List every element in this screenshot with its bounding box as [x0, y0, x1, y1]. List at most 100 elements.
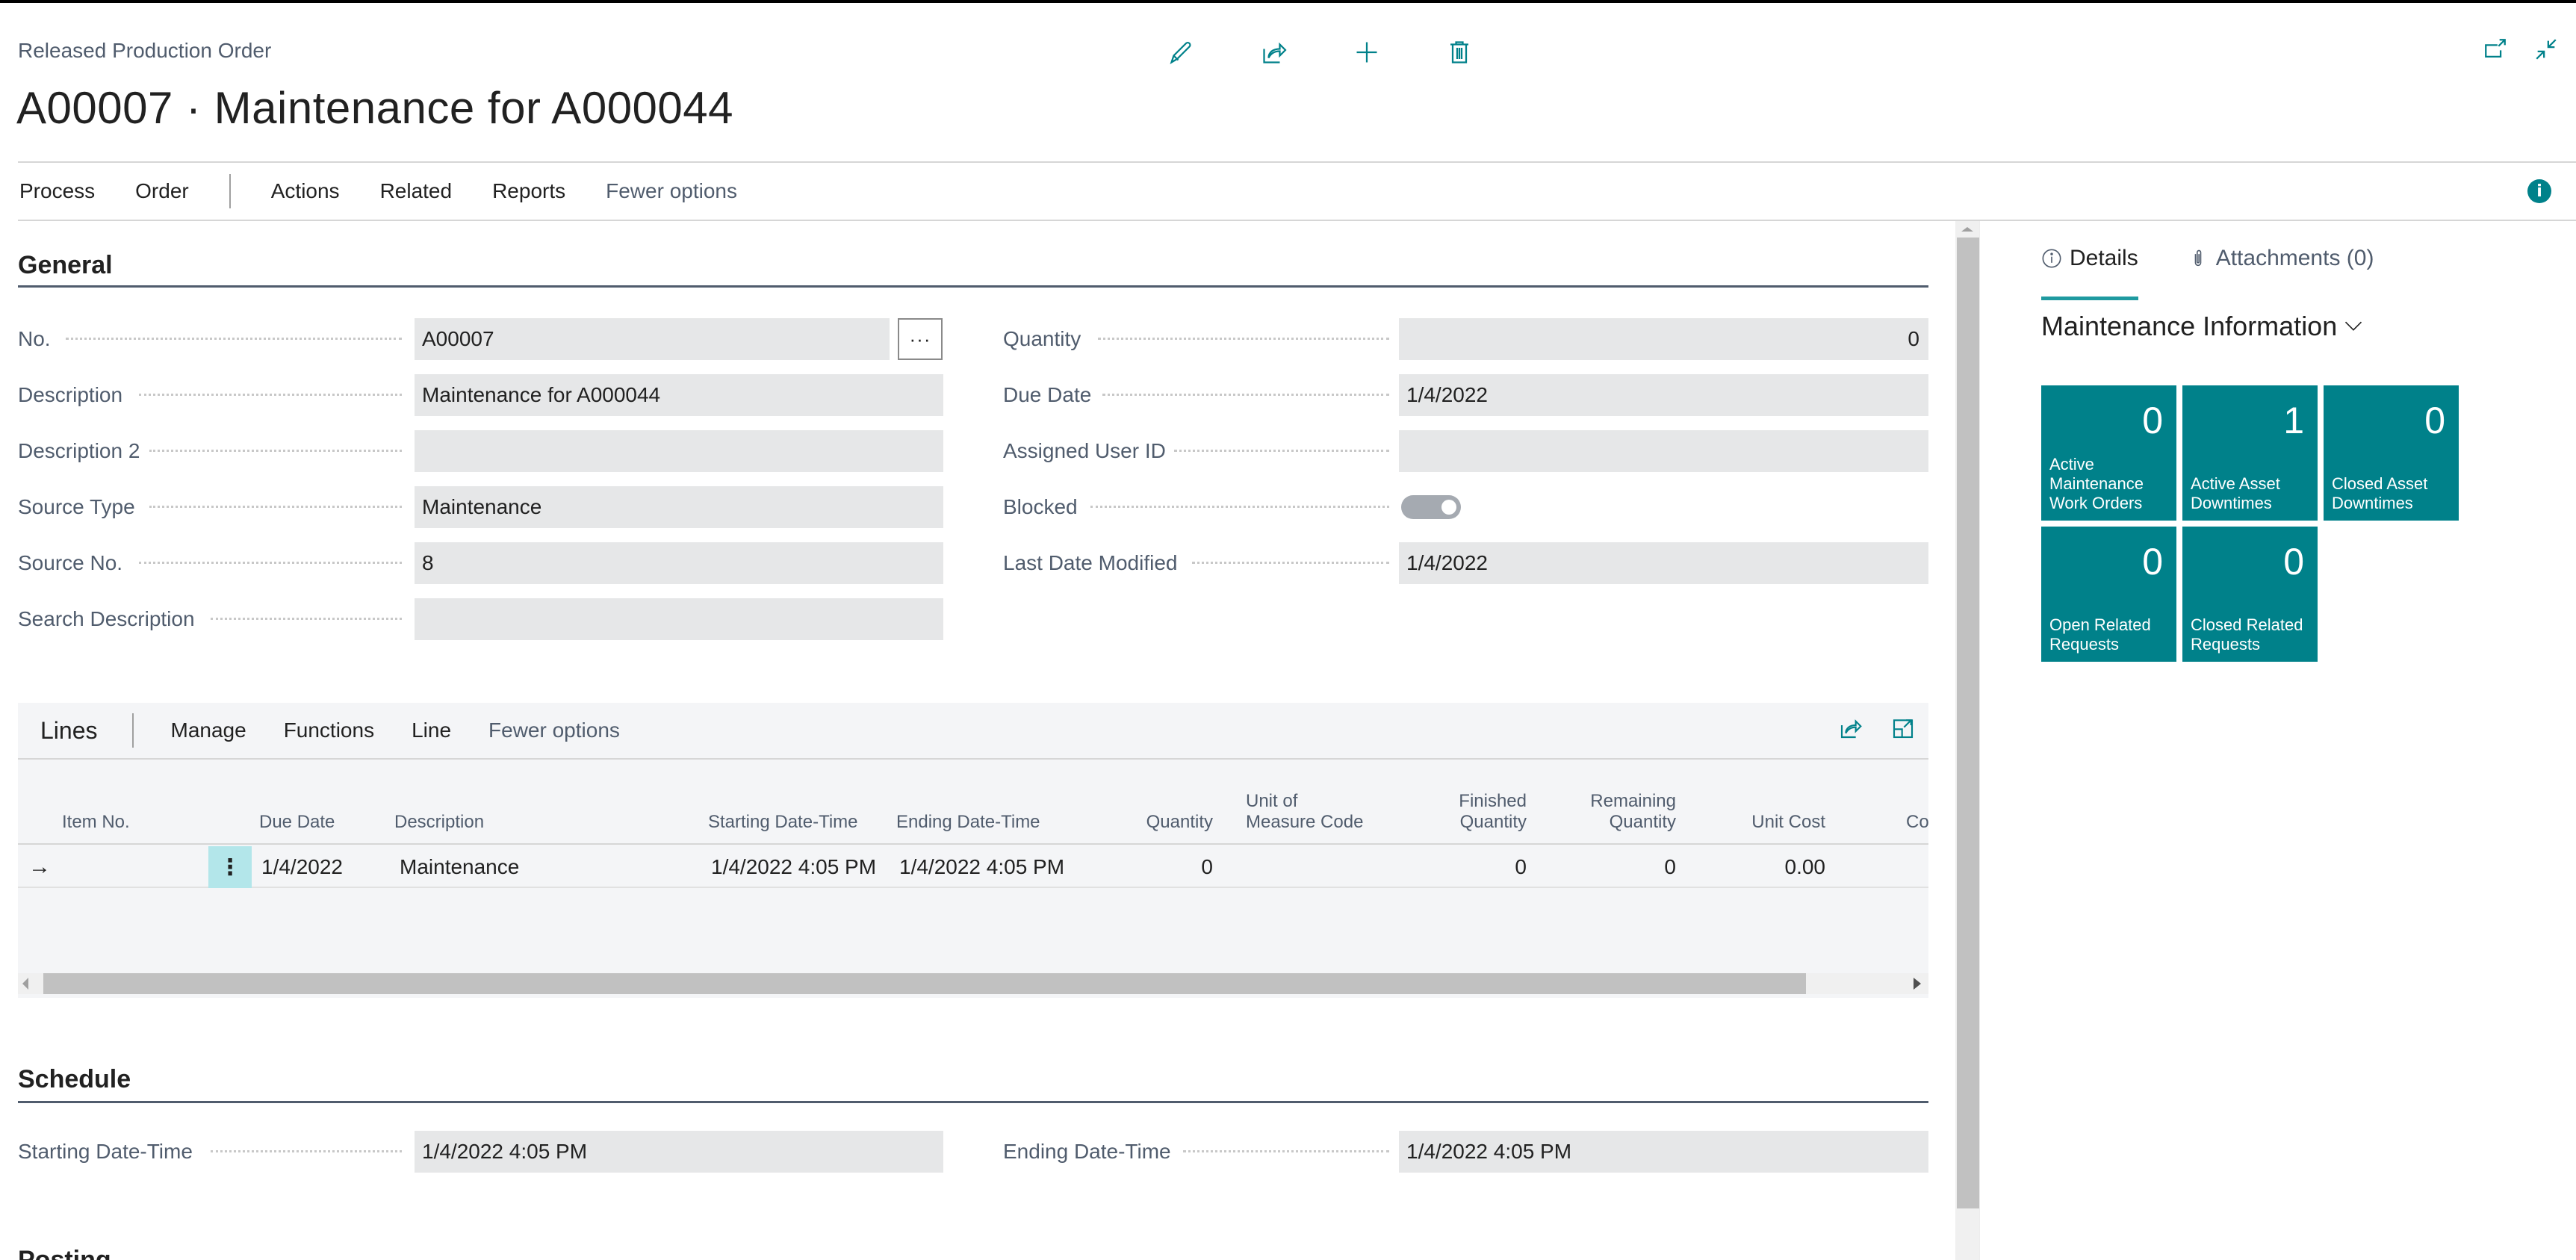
tile-active-maintenance-work-orders[interactable]: 0 Active Maintenance Work Orders [2041, 385, 2176, 521]
row-actions-menu-button[interactable]: ⋮ [208, 846, 252, 888]
field-label-quantity: Quantity [1003, 327, 1081, 350]
section-posting-title[interactable]: Posting [18, 1246, 111, 1260]
cell-starting-date-time[interactable]: 1/4/2022 4:05 PM [711, 846, 876, 888]
col-due-date[interactable]: Due Date [259, 812, 335, 833]
tile-closed-related-requests[interactable]: 0 Closed Related Requests [2182, 527, 2318, 662]
scrollbar-thumb[interactable] [1957, 238, 1979, 1208]
factbox-pane: Details Attachments (0) Maintenance Info… [1979, 221, 2576, 1260]
field-ending-date-time[interactable]: 1/4/2022 4:05 PM [1399, 1131, 1928, 1173]
delete-icon [1450, 41, 1468, 63]
lines-horizontal-scrollbar[interactable] [18, 973, 1928, 994]
field-description[interactable]: Maintenance for A000044 [415, 374, 943, 416]
col-unit-of-measure-code[interactable]: Unit of Measure Code [1246, 791, 1363, 833]
new-button[interactable] [1320, 34, 1413, 70]
expand-icon[interactable] [1891, 716, 1915, 740]
action-reports[interactable]: Reports [492, 179, 565, 203]
cell-description[interactable]: Maintenance [400, 846, 519, 888]
field-no[interactable]: A00007 [415, 318, 890, 360]
lines-title[interactable]: Lines [40, 717, 98, 745]
cell-quantity[interactable]: 0 [1116, 846, 1213, 888]
share-button[interactable] [1228, 34, 1320, 70]
no-lookup-button[interactable]: ··· [898, 318, 943, 360]
cell-unit-cost[interactable]: 0.00 [1721, 846, 1826, 888]
collapse-button[interactable] [2531, 34, 2561, 64]
scroll-up-arrow-icon[interactable] [1961, 227, 1973, 232]
tab-attachments[interactable]: Attachments (0) [2188, 239, 2374, 278]
scrollbar-thumb[interactable] [43, 973, 1806, 994]
main-vertical-scrollbar[interactable] [1955, 221, 1979, 1260]
col-cost-truncated[interactable]: Co [1906, 812, 1929, 833]
section-general-title[interactable]: General [18, 251, 113, 280]
cell-remaining-quantity[interactable]: 0 [1571, 846, 1676, 888]
tile-value: 1 [2283, 400, 2304, 441]
action-fewer-options[interactable]: Fewer options [606, 179, 737, 203]
tile-active-asset-downtimes[interactable]: 1 Active Asset Downtimes [2182, 385, 2318, 521]
page-caption: Released Production Order [18, 39, 272, 62]
field-label-source-type: Source Type [18, 495, 135, 518]
lines-action-manage[interactable]: Manage [171, 719, 246, 742]
field-source-no[interactable]: 8 [415, 542, 943, 584]
col-finished-quantity[interactable]: Finished Quantity [1422, 791, 1527, 833]
col-quantity[interactable]: Quantity [1116, 812, 1213, 833]
col-ending-date-time[interactable]: Ending Date-Time [896, 812, 1040, 833]
field-assigned-user-id[interactable] [1399, 430, 1928, 472]
leader-dots [149, 506, 402, 508]
cell-finished-quantity[interactable]: 0 [1422, 846, 1527, 888]
share-icon[interactable] [1839, 716, 1863, 740]
leader-dots [66, 338, 402, 340]
share-icon [1263, 42, 1287, 63]
lines-action-line[interactable]: Line [412, 719, 451, 742]
lines-action-functions[interactable]: Functions [284, 719, 374, 742]
action-related[interactable]: Related [380, 179, 453, 203]
leader-dots [1183, 1150, 1389, 1152]
open-new-window-icon [2485, 39, 2506, 58]
scroll-left-arrow-icon[interactable] [22, 978, 28, 990]
tab-details[interactable]: Details [2041, 239, 2138, 300]
scroll-right-arrow-icon[interactable] [1914, 978, 1921, 990]
action-bar: Process Order Actions Related Reports Fe… [19, 163, 778, 220]
tile-value: 0 [2283, 541, 2304, 583]
section-schedule-title[interactable]: Schedule [18, 1065, 131, 1094]
field-starting-date-time[interactable]: 1/4/2022 4:05 PM [415, 1131, 943, 1173]
action-order[interactable]: Order [135, 179, 189, 203]
lines-action-fewer-options[interactable]: Fewer options [488, 719, 620, 742]
col-remaining-line2: Quantity [1609, 812, 1676, 832]
field-last-date-modified[interactable]: 1/4/2022 [1399, 542, 1928, 584]
col-finished-line2: Quantity [1459, 812, 1527, 832]
lines-grid-header: Item No. Due Date Description Starting D… [18, 761, 1929, 845]
edit-button[interactable] [1135, 34, 1228, 70]
field-label-description: Description [18, 383, 123, 406]
factbox-tabs: Details Attachments (0) [2041, 239, 2374, 300]
tile-closed-asset-downtimes[interactable]: 0 Closed Asset Downtimes [2324, 385, 2459, 521]
col-starting-date-time[interactable]: Starting Date-Time [708, 812, 858, 833]
info-icon[interactable]: i [2527, 179, 2551, 203]
tile-label: Active Asset Downtimes [2191, 474, 2280, 512]
col-description[interactable]: Description [394, 812, 484, 833]
col-unit-cost[interactable]: Unit Cost [1721, 812, 1825, 833]
field-label-source-no: Source No. [18, 551, 123, 574]
tile-value: 0 [2142, 400, 2163, 441]
action-process[interactable]: Process [19, 179, 95, 203]
tile-open-related-requests[interactable]: 0 Open Related Requests [2041, 527, 2176, 662]
cell-due-date[interactable]: 1/4/2022 [261, 846, 343, 888]
maintenance-information-header[interactable]: Maintenance Information [2041, 311, 2364, 342]
table-row[interactable]: → ⋮ 1/4/2022 Maintenance 1/4/2022 4:05 P… [18, 846, 1928, 888]
field-label-last-date-modified: Last Date Modified [1003, 551, 1178, 574]
delete-button[interactable] [1413, 34, 1506, 70]
leader-dots [1192, 562, 1389, 564]
field-source-type[interactable]: Maintenance [415, 486, 943, 528]
lines-separator [131, 713, 134, 748]
col-item-no[interactable]: Item No. [62, 812, 130, 833]
field-search-description[interactable] [415, 598, 943, 640]
open-new-window-button[interactable] [2480, 34, 2510, 64]
field-description-2[interactable] [415, 430, 943, 472]
action-actions[interactable]: Actions [271, 179, 340, 203]
col-uom-line2: Measure Code [1246, 812, 1364, 832]
leader-dots [139, 394, 402, 396]
field-due-date[interactable]: 1/4/2022 [1399, 374, 1928, 416]
cell-ending-date-time[interactable]: 1/4/2022 4:05 PM [899, 846, 1064, 888]
field-quantity[interactable]: 0 [1399, 318, 1928, 360]
leader-dots [1102, 394, 1389, 396]
col-remaining-quantity[interactable]: Remaining Quantity [1571, 791, 1676, 833]
blocked-toggle[interactable] [1401, 495, 1461, 519]
